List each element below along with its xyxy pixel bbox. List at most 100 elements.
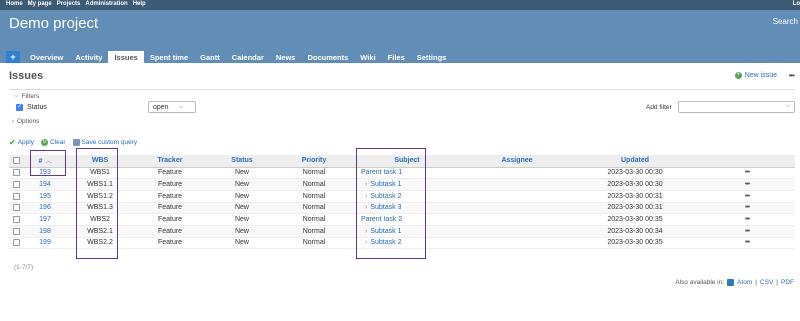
top-menu-projects[interactable]: Projects bbox=[57, 1, 81, 7]
row-menu-icon[interactable]: ••• bbox=[745, 169, 750, 176]
row-menu-icon[interactable]: ••• bbox=[745, 216, 750, 223]
table-row[interactable]: 193 WBS1 Feature New Normal Parent task 1 2023… bbox=[9, 167, 795, 180]
column-tracker[interactable]: Tracker bbox=[133, 155, 207, 168]
issue-id-link[interactable]: 194 bbox=[39, 181, 51, 188]
wbs-cell: WBS1 bbox=[67, 167, 133, 180]
top-menu-my-page[interactable]: My page bbox=[28, 1, 52, 7]
chevron-down-icon: ⌵ bbox=[785, 103, 790, 109]
tab-gantt[interactable]: Gantt bbox=[194, 51, 226, 63]
add-filter-label: Add filter bbox=[646, 104, 672, 111]
subject-cell: › Subtask 3 bbox=[351, 202, 463, 215]
tab-files[interactable]: Files bbox=[382, 51, 411, 63]
status-operator-select[interactable]: open ⌵ bbox=[148, 101, 196, 113]
new-issue-link[interactable]: + New issue bbox=[734, 72, 777, 79]
export-pdf-link[interactable]: PDF bbox=[781, 279, 794, 286]
row-menu-icon[interactable]: ••• bbox=[745, 228, 750, 235]
updated-cell: 2023-03-30 00:34 bbox=[571, 225, 699, 238]
separator: | bbox=[755, 279, 757, 286]
status-filter-checkbox[interactable]: ✓ bbox=[16, 104, 23, 111]
options-legend-label: Options bbox=[17, 118, 40, 125]
row-menu-icon[interactable]: ••• bbox=[745, 181, 750, 188]
issue-id-link[interactable]: 196 bbox=[39, 204, 51, 211]
row-checkbox[interactable] bbox=[12, 169, 20, 177]
column-assignee[interactable]: Assignee bbox=[463, 155, 571, 168]
issue-id-cell: 194 bbox=[23, 178, 67, 191]
table-row[interactable]: 199 WBS2.2 Feature New Normal › Subtask 2 2023-… bbox=[9, 237, 795, 250]
table-row[interactable]: 195 WBS1.2 Feature New Normal › Subtask 2 2023-… bbox=[9, 190, 795, 203]
row-menu-icon[interactable]: ••• bbox=[745, 239, 750, 246]
clear-button[interactable]: ↻ Clear bbox=[40, 139, 66, 146]
export-atom-link[interactable]: Atom bbox=[737, 279, 752, 286]
row-checkbox[interactable] bbox=[12, 215, 20, 223]
add-filter-select[interactable]: ⌵ bbox=[678, 101, 795, 113]
filters-legend[interactable]: ⌵ Filters bbox=[14, 93, 39, 100]
select-all-checkbox[interactable] bbox=[12, 157, 20, 165]
chevron-down-icon: ⌵ bbox=[178, 103, 184, 110]
row-checkbox[interactable] bbox=[12, 192, 20, 200]
issue-id-link[interactable]: 195 bbox=[39, 193, 51, 200]
subject-link[interactable]: Subtask 2 bbox=[370, 239, 401, 246]
separator: | bbox=[776, 279, 778, 286]
tab-documents[interactable]: Documents bbox=[301, 51, 354, 63]
updated-cell: 2023-03-30 00:30 bbox=[571, 167, 699, 180]
row-checkbox[interactable] bbox=[12, 239, 20, 247]
row-checkbox[interactable] bbox=[12, 204, 20, 212]
column-priority[interactable]: Priority bbox=[277, 155, 351, 168]
row-actions-cell: ••• bbox=[699, 213, 795, 226]
top-menu-home[interactable]: Home bbox=[6, 1, 23, 7]
issue-id-link[interactable]: 199 bbox=[39, 239, 51, 246]
column-status[interactable]: Status bbox=[207, 155, 277, 168]
row-menu-icon[interactable]: ••• bbox=[745, 193, 750, 200]
row-select-cell bbox=[9, 225, 23, 238]
column-subject[interactable]: Subject bbox=[351, 155, 463, 168]
issues-table: # ︿ WBS Tracker Status Priority Subject A… bbox=[9, 155, 795, 250]
tab-settings[interactable]: Settings bbox=[411, 51, 453, 63]
filters-legend-label: Filters bbox=[21, 93, 40, 100]
column-wbs[interactable]: WBS bbox=[67, 155, 133, 168]
tab-spent-time[interactable]: Spent time bbox=[144, 51, 194, 63]
issue-id-link[interactable]: 193 bbox=[39, 169, 51, 176]
subject-link[interactable]: Subtask 1 bbox=[370, 181, 401, 188]
assignee-cell bbox=[463, 237, 571, 250]
assignee-cell bbox=[463, 225, 571, 238]
issue-id-link[interactable]: 198 bbox=[39, 228, 51, 235]
apply-button[interactable]: ✔ Apply bbox=[9, 138, 34, 147]
subject-cell: › Subtask 2 bbox=[351, 237, 463, 250]
row-actions-cell: ••• bbox=[699, 225, 795, 238]
top-menu-help[interactable]: Help bbox=[133, 1, 146, 7]
column-updated[interactable]: Updated bbox=[571, 155, 699, 168]
table-row[interactable]: 198 WBS2.1 Feature New Normal › Subtask 1 2023-… bbox=[9, 225, 795, 238]
tab-issues[interactable]: Issues bbox=[108, 51, 144, 63]
tracker-cell: Feature bbox=[133, 213, 207, 226]
subject-link[interactable]: Parent task 1 bbox=[361, 169, 402, 176]
tab-activity[interactable]: Activity bbox=[69, 51, 108, 63]
options-legend[interactable]: › Options bbox=[12, 118, 39, 125]
more-actions-icon[interactable]: ••• bbox=[789, 71, 795, 80]
tab-calendar[interactable]: Calendar bbox=[226, 51, 270, 63]
updated-cell: 2023-03-30 00:35 bbox=[571, 213, 699, 226]
issue-id-cell: 193 bbox=[23, 167, 67, 180]
subject-link[interactable]: Subtask 2 bbox=[370, 193, 401, 200]
save-query-button[interactable]: Save custom query bbox=[72, 139, 137, 146]
row-checkbox[interactable] bbox=[12, 180, 20, 188]
top-menu-administration[interactable]: Administration bbox=[85, 1, 127, 7]
table-row[interactable]: 197 WBS2 Feature New Normal Parent task 2 2023… bbox=[9, 213, 795, 226]
new-object-button[interactable]: + bbox=[6, 51, 20, 63]
subject-link[interactable]: Subtask 1 bbox=[370, 228, 401, 235]
subject-link[interactable]: Parent task 2 bbox=[361, 216, 402, 223]
tab-wiki[interactable]: Wiki bbox=[354, 51, 381, 63]
row-menu-icon[interactable]: ••• bbox=[745, 204, 750, 211]
subject-link[interactable]: Subtask 3 bbox=[370, 204, 401, 211]
tracker-cell: Feature bbox=[133, 237, 207, 250]
tab-news[interactable]: News bbox=[270, 51, 302, 63]
priority-cell: Normal bbox=[277, 202, 351, 215]
issue-id-link[interactable]: 197 bbox=[39, 216, 51, 223]
search-label[interactable]: Search bbox=[773, 17, 798, 26]
row-checkbox[interactable] bbox=[12, 227, 20, 235]
table-row[interactable]: 196 WBS1.3 Feature New Normal › Subtask 3 2023-… bbox=[9, 202, 795, 215]
tab-overview[interactable]: Overview bbox=[24, 51, 69, 63]
export-csv-link[interactable]: CSV bbox=[760, 279, 773, 286]
top-menu-login[interactable]: Lo bbox=[793, 1, 800, 7]
table-row[interactable]: 194 WBS1.1 Feature New Normal › Subtask 1 2023-… bbox=[9, 178, 795, 191]
column-id[interactable]: # ︿ bbox=[23, 155, 67, 168]
